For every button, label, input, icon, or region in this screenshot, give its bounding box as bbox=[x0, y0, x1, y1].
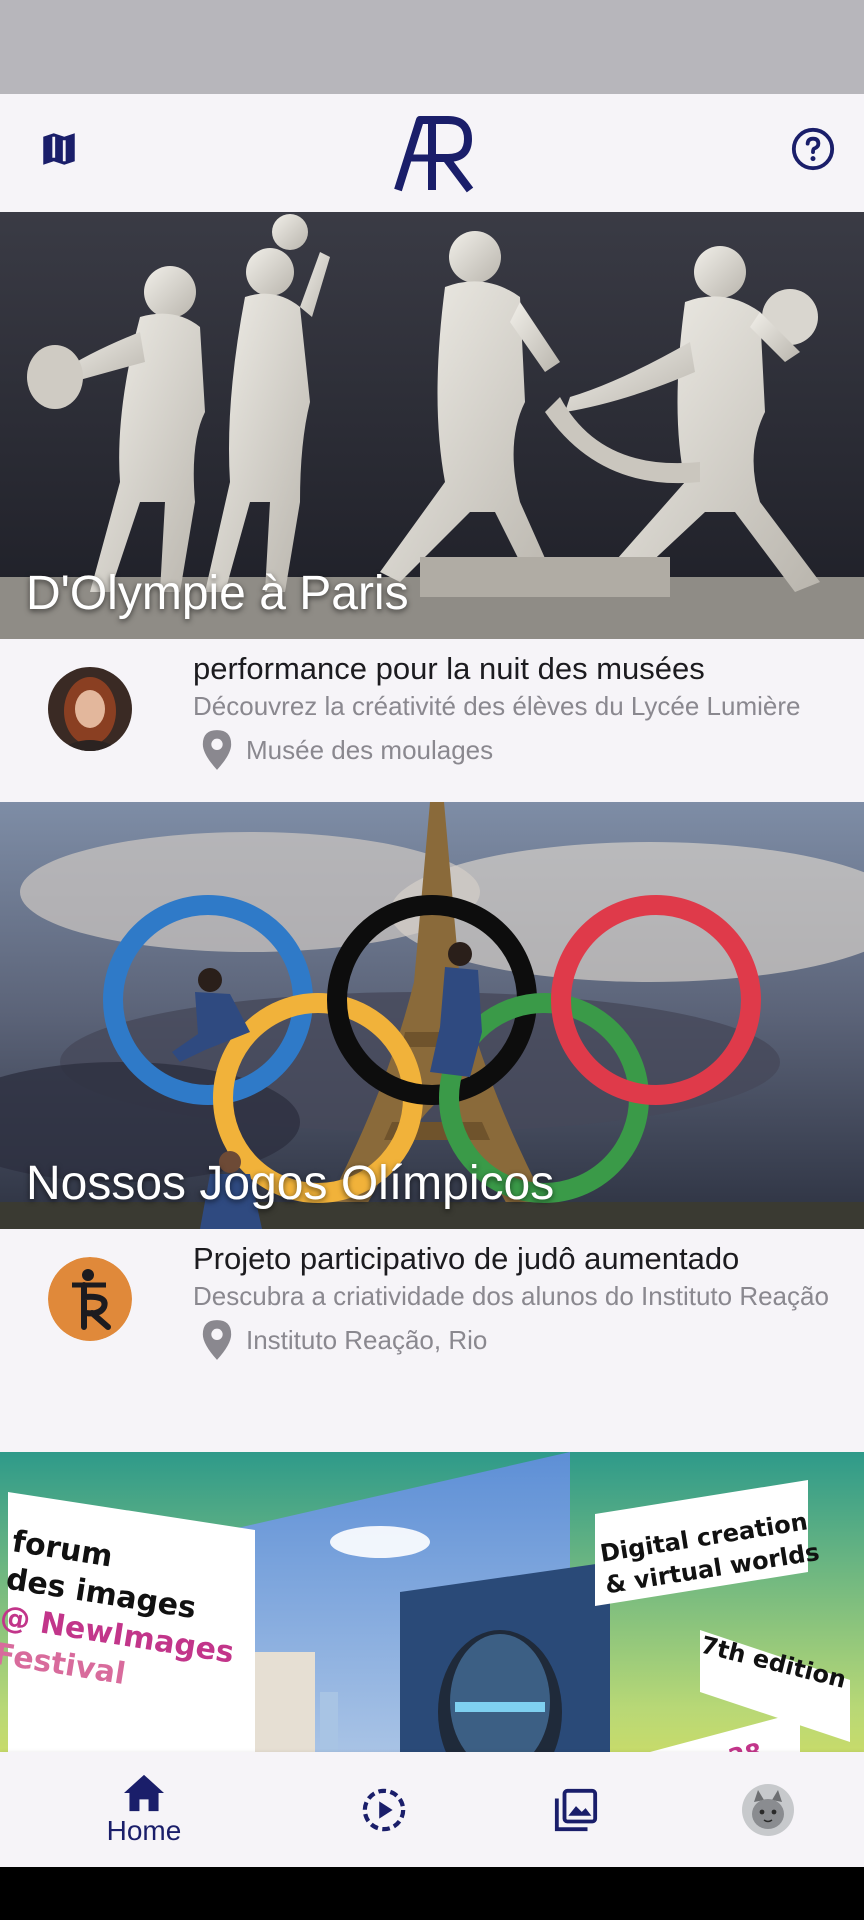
organizer-avatar bbox=[48, 667, 132, 751]
location-label: Instituto Reação, Rio bbox=[246, 1324, 488, 1355]
home-icon bbox=[124, 1774, 164, 1811]
event-location: Instituto Reação, Rio bbox=[200, 1317, 487, 1363]
nav-home-label: Home bbox=[106, 1814, 182, 1846]
system-gesture-bar bbox=[0, 1867, 864, 1920]
event-info[interactable]: performance pour la nuit des musées Déco… bbox=[0, 639, 864, 801]
event-info[interactable]: Projeto participativo de judô aumentado … bbox=[0, 1229, 864, 1391]
map-icon bbox=[43, 133, 75, 165]
location-pin-icon bbox=[202, 730, 232, 770]
event-hero-title: Nossos Jogos Olímpicos bbox=[26, 1157, 555, 1210]
location-label: Musée des moulages bbox=[246, 734, 494, 765]
event-location: Musée des moulages bbox=[200, 727, 493, 773]
event-card[interactable]: Nossos Jogos Olímpicos Projeto participa… bbox=[0, 802, 864, 1391]
location-pin-icon bbox=[202, 1320, 232, 1360]
event-card[interactable]: forum des images @ NewImages Festival Di… bbox=[0, 1452, 864, 1752]
app-bar bbox=[0, 94, 864, 212]
play-circle-icon bbox=[362, 1788, 406, 1831]
event-hero-image[interactable]: forum des images @ NewImages Festival Di… bbox=[0, 1452, 864, 1752]
festival-poster-image: forum des images @ NewImages Festival Di… bbox=[0, 1452, 864, 1752]
help-button[interactable] bbox=[782, 118, 844, 180]
bottom-navigation: Home bbox=[0, 1752, 864, 1867]
gallery-icon bbox=[554, 1788, 598, 1831]
event-feed[interactable]: D'Olympie à Paris performance pour la nu… bbox=[0, 212, 864, 1752]
nav-gallery[interactable] bbox=[542, 1752, 610, 1867]
nav-play[interactable] bbox=[350, 1752, 418, 1867]
event-card[interactable]: D'Olympie à Paris performance pour la nu… bbox=[0, 212, 864, 801]
app-logo bbox=[390, 114, 480, 194]
event-title: Projeto participativo de judô aumentado bbox=[193, 1241, 740, 1276]
event-hero-image[interactable]: D'Olympie à Paris bbox=[0, 212, 864, 639]
map-button[interactable] bbox=[28, 118, 90, 180]
event-hero-title: D'Olympie à Paris bbox=[26, 567, 409, 620]
nav-profile[interactable] bbox=[734, 1752, 802, 1867]
event-title: performance pour la nuit des musées bbox=[193, 651, 705, 686]
help-circle-icon bbox=[791, 127, 835, 171]
event-description: Découvrez la créativité des élèves du Ly… bbox=[193, 691, 801, 721]
event-description: Descubra a criatividade dos alunos do In… bbox=[193, 1281, 829, 1311]
organizer-avatar bbox=[48, 1257, 132, 1341]
status-bar bbox=[0, 0, 864, 94]
profile-avatar bbox=[742, 1783, 794, 1836]
event-hero-image[interactable]: Nossos Jogos Olímpicos bbox=[0, 802, 864, 1229]
nav-home[interactable]: Home bbox=[93, 1752, 195, 1867]
